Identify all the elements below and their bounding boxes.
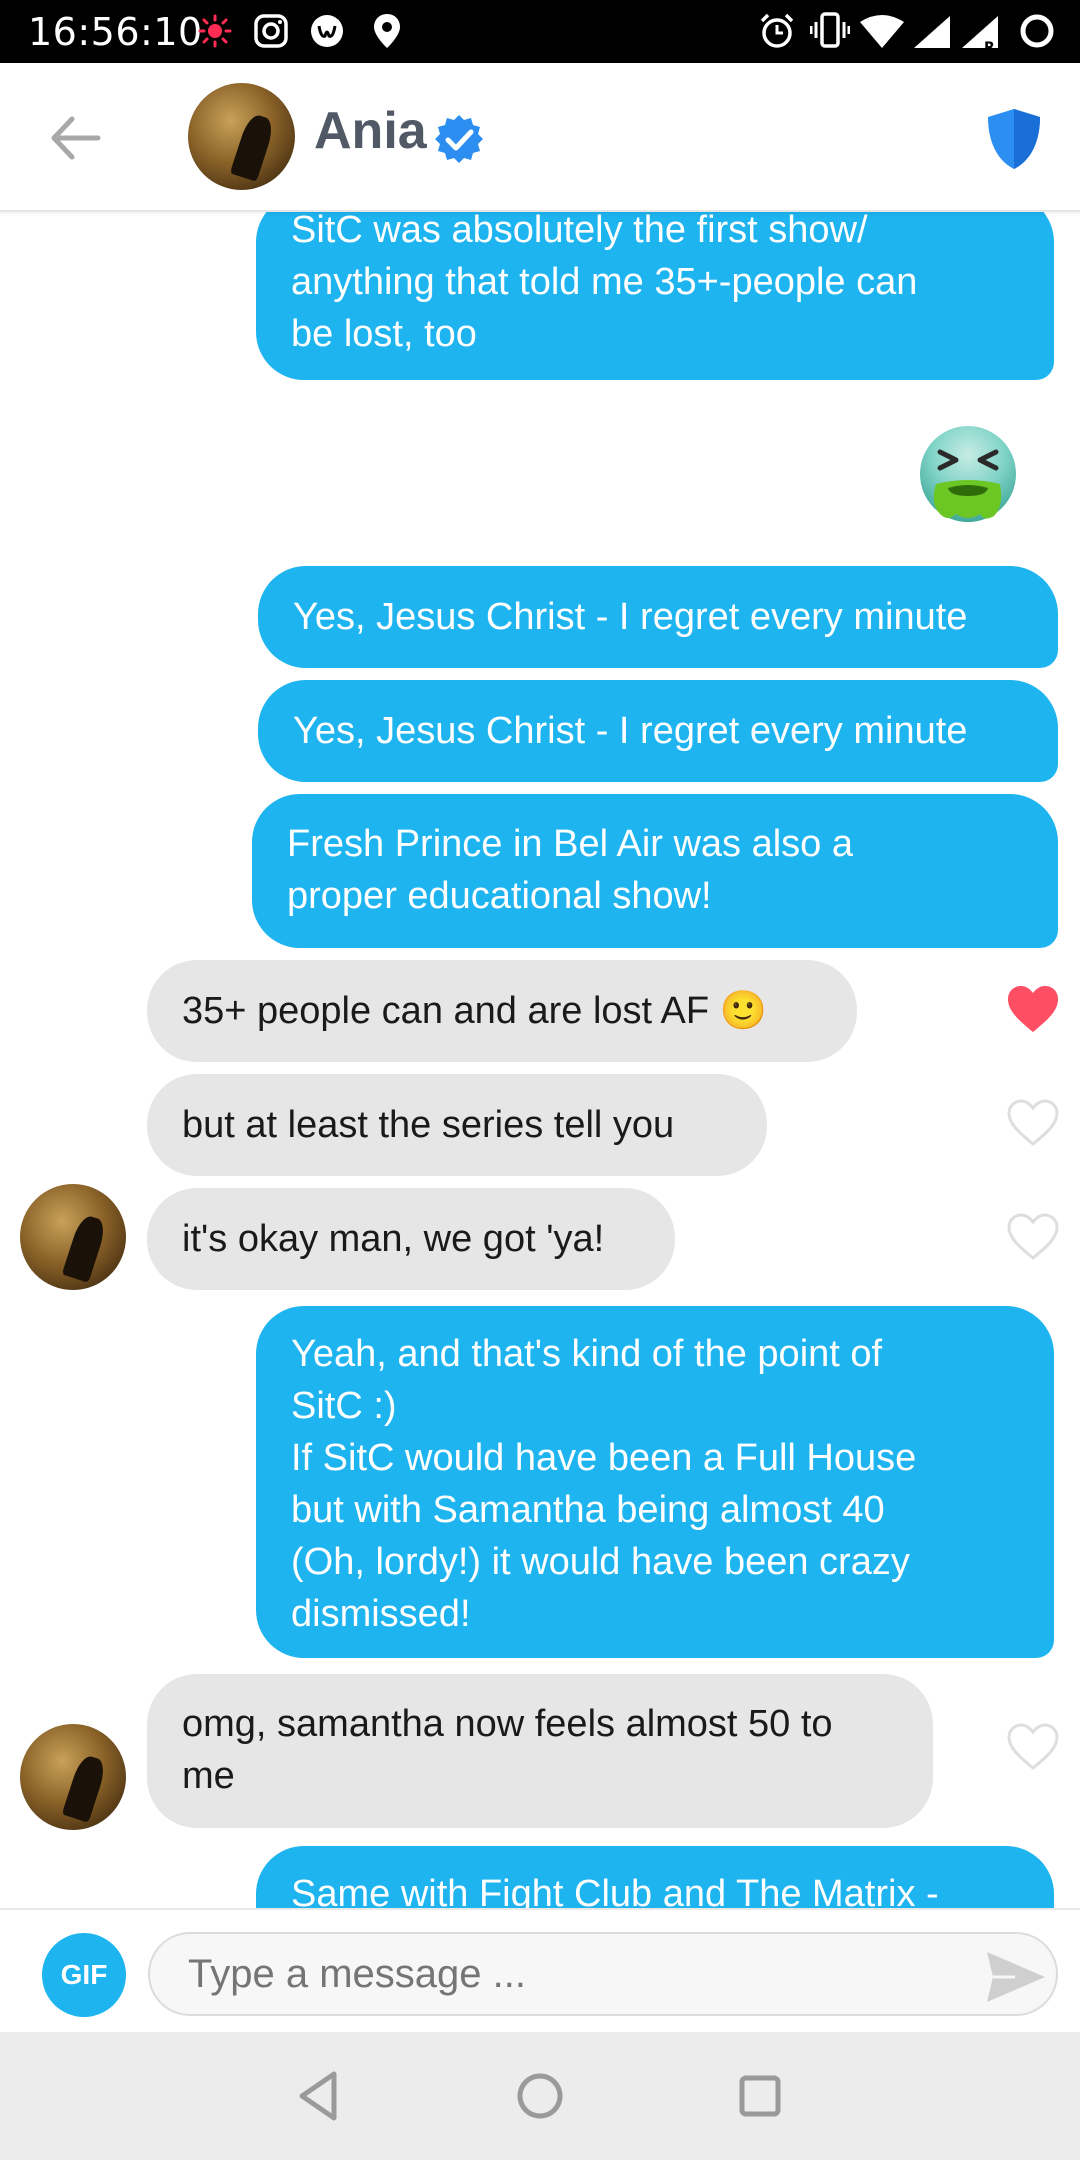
nav-back-icon[interactable] [290, 2066, 350, 2126]
message-list[interactable]: SitC was absolutely the first show/ anyt… [0, 212, 1080, 1908]
outgoing-message[interactable]: SitC was absolutely the first show/ anyt… [256, 212, 1054, 380]
system-navigation-bar [0, 2032, 1080, 2160]
heart-outline-icon[interactable] [1006, 1212, 1060, 1262]
signal-icon [914, 16, 950, 48]
heart-outline-icon[interactable] [1006, 1722, 1060, 1772]
heart-liked-icon[interactable] [1006, 984, 1060, 1034]
instagram-icon [254, 14, 288, 48]
message-composer: GIF [0, 1908, 1080, 2032]
contact-avatar-small[interactable] [20, 1184, 126, 1290]
vibrate-icon [810, 12, 850, 48]
contact-avatar-small[interactable] [20, 1724, 126, 1830]
outgoing-emoji-message[interactable] [914, 422, 1022, 530]
chat-header: Ania [0, 63, 1080, 212]
gif-button[interactable]: GIF [42, 1933, 126, 2017]
message-input[interactable] [148, 1932, 1058, 2016]
alarm-icon [760, 13, 794, 48]
incoming-message[interactable]: it's okay man, we got 'ya! [147, 1188, 675, 1290]
verified-badge-icon [435, 115, 483, 163]
outgoing-message[interactable]: Yes, Jesus Christ - I regret every minut… [258, 680, 1058, 782]
battery-saver-icon [1020, 14, 1054, 48]
outgoing-message[interactable]: Yes, Jesus Christ - I regret every minut… [258, 566, 1058, 668]
app-notification-icon [311, 15, 343, 47]
brightness-icon [198, 14, 232, 48]
signal-roaming-icon: R [962, 16, 998, 54]
incoming-message[interactable]: 35+ people can and are lost AF 🙂 [147, 960, 857, 1062]
outgoing-message[interactable]: Same with Fight Club and The Matrix - [256, 1846, 1054, 1908]
outgoing-message[interactable]: Yeah, and that's kind of the point of Si… [256, 1306, 1054, 1658]
contact-avatar[interactable] [188, 83, 295, 190]
status-time: 16:56:10 [28, 10, 203, 54]
back-arrow-icon[interactable] [40, 103, 110, 173]
shield-icon[interactable] [984, 107, 1044, 171]
heart-outline-icon[interactable] [1006, 1098, 1060, 1148]
status-bar: 16:56:10 R [0, 0, 1080, 63]
nav-recents-icon[interactable] [730, 2066, 790, 2126]
nauseated-face-icon [920, 426, 1016, 522]
wifi-icon [860, 15, 904, 48]
incoming-message[interactable]: omg, samantha now feels almost 50 to me [147, 1674, 933, 1828]
incoming-message[interactable]: but at least the series tell you [147, 1074, 767, 1176]
svg-text:R: R [984, 40, 995, 54]
location-icon [374, 14, 400, 48]
nav-home-icon[interactable] [510, 2066, 570, 2126]
contact-name[interactable]: Ania [314, 101, 427, 161]
outgoing-message[interactable]: Fresh Prince in Bel Air was also a prope… [252, 794, 1058, 948]
send-icon[interactable] [985, 1950, 1047, 2004]
